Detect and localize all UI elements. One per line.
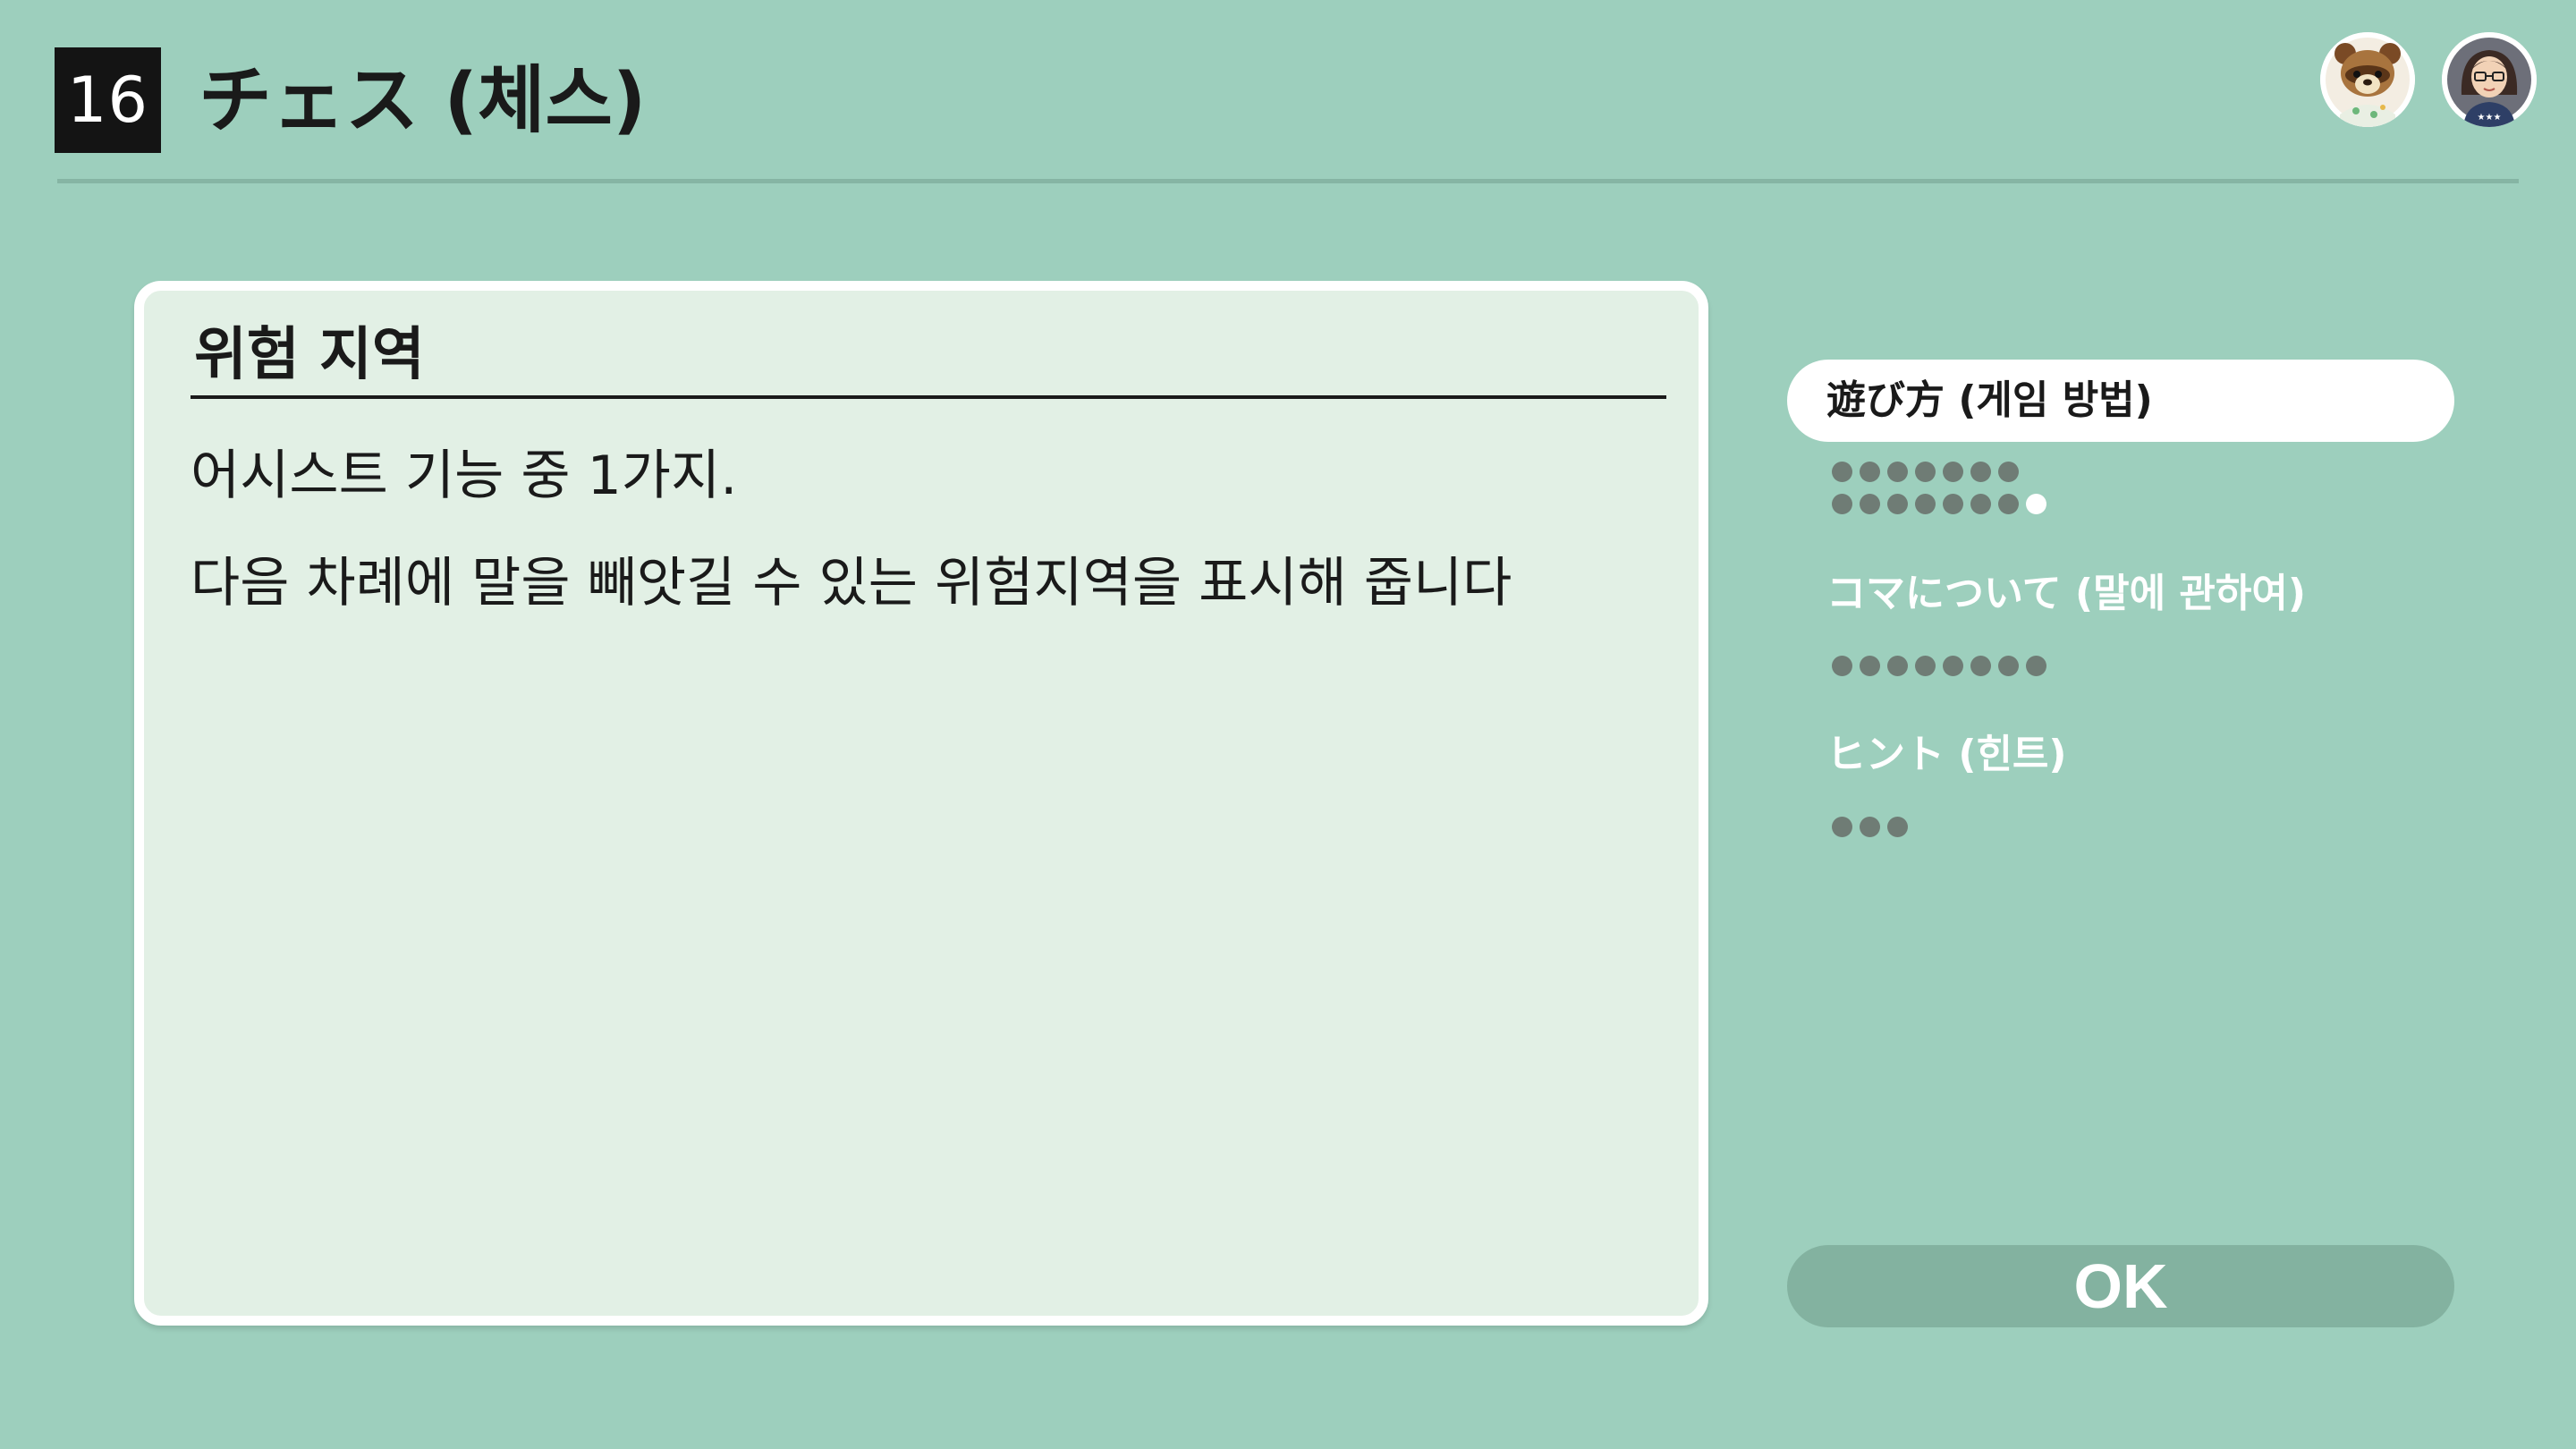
menu-item-how-to-play[interactable]: 遊び方 (게임 방법): [1787, 360, 2454, 442]
menu-item-pieces[interactable]: コマについて (말에 관하여): [1787, 553, 2454, 635]
page-dot: [1915, 462, 1936, 482]
page-dot: [1860, 462, 1880, 482]
page-dot: [1832, 494, 1852, 514]
page-dot: [1998, 462, 2019, 482]
page-dot: [1970, 462, 1991, 482]
description-card: 위험 지역 어시스트 기능 중 1가지. 다음 차례에 말을 빼앗길 수 있는 …: [134, 281, 1708, 1326]
page-dot: [1998, 656, 2019, 676]
card-heading: 위험 지역: [194, 322, 425, 388]
page-dot: [2026, 656, 2046, 676]
page-dot: [1943, 494, 1963, 514]
header-divider: [57, 179, 2519, 183]
page-dot: [1832, 817, 1852, 837]
page-dot: [1860, 817, 1880, 837]
page-dot: [1860, 656, 1880, 676]
page-indicator-pieces: [1832, 656, 2046, 679]
svg-text:★★★: ★★★: [2478, 113, 2502, 123]
tanuki-character-icon[interactable]: [2320, 32, 2415, 127]
page-indicator-hints: [1832, 817, 1908, 840]
current-page-dot: [2026, 494, 2046, 514]
page-dot: [1887, 462, 1908, 482]
page-dot: [1887, 817, 1908, 837]
page-dot: [1915, 656, 1936, 676]
menu-item-hints[interactable]: ヒント (힌트): [1787, 714, 2454, 796]
game-number-badge: 16: [55, 47, 161, 153]
page-dot: [1915, 494, 1936, 514]
page-dot: [1943, 656, 1963, 676]
player-mii-icon[interactable]: ★★★: [2442, 32, 2537, 127]
card-text-line: 다음 차례에 말을 빼앗길 수 있는 위험지역을 표시해 줍니다: [191, 552, 1513, 614]
page-dot: [1970, 656, 1991, 676]
page-dot: [1887, 494, 1908, 514]
page-dot: [1887, 656, 1908, 676]
page-dot: [1998, 494, 2019, 514]
page-dot: [1832, 462, 1852, 482]
page-dot: [1943, 462, 1963, 482]
page-indicator-how-to-play: [1832, 494, 2046, 517]
card-heading-divider: [191, 395, 1666, 399]
game-title: チェス (체스): [199, 58, 647, 143]
page-dot: [1970, 494, 1991, 514]
page-indicator-how-to-play: [1832, 462, 2019, 485]
ok-button[interactable]: OK: [1787, 1245, 2454, 1327]
page-dot: [1860, 494, 1880, 514]
page-dot: [1832, 656, 1852, 676]
card-text-line: 어시스트 기능 중 1가지.: [191, 445, 738, 507]
